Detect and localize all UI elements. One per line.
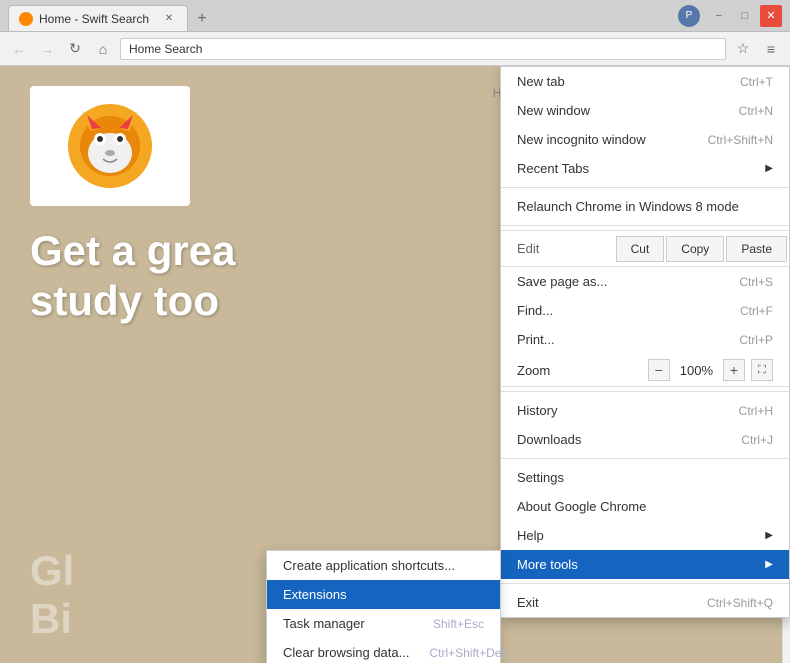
copy-button[interactable]: Copy bbox=[666, 236, 724, 262]
menu-item-new-tab[interactable]: New tab Ctrl+T bbox=[501, 67, 789, 96]
menu-separator-1 bbox=[501, 187, 789, 188]
menu-separator-2 bbox=[501, 225, 789, 226]
bottom-text-line1: Gl bbox=[30, 547, 74, 595]
bookmark-button[interactable]: ☆ bbox=[732, 38, 754, 60]
chrome-menu-button[interactable]: ≡ bbox=[760, 38, 782, 60]
heading-line2: study too bbox=[30, 276, 490, 326]
menu-item-about[interactable]: About Google Chrome bbox=[501, 492, 789, 521]
menu-item-help[interactable]: Help ▶ bbox=[501, 521, 789, 550]
more-tools-submenu: Create application shortcuts... Extensio… bbox=[266, 550, 501, 663]
menu-separator-5 bbox=[501, 583, 789, 584]
menu-separator-4 bbox=[501, 458, 789, 459]
close-button[interactable]: ✕ bbox=[760, 5, 782, 27]
bottom-text: Gl Bi bbox=[30, 547, 74, 643]
submenu-item-create-shortcuts[interactable]: Create application shortcuts... bbox=[267, 551, 500, 580]
bottom-text-line2: Bi bbox=[30, 595, 74, 643]
tab-title: Home - Swift Search bbox=[39, 12, 157, 26]
menu-item-settings[interactable]: Settings bbox=[501, 463, 789, 492]
window-controls: − □ ✕ bbox=[708, 5, 782, 27]
heading-line1: Get a grea bbox=[30, 226, 490, 276]
menu-item-downloads[interactable]: Downloads Ctrl+J bbox=[501, 425, 789, 454]
fox-logo bbox=[65, 101, 155, 191]
submenu-item-task-manager[interactable]: Task manager Shift+Esc bbox=[267, 609, 500, 638]
menu-item-find[interactable]: Find... Ctrl+F bbox=[501, 296, 789, 325]
tab-close-button[interactable]: ✕ bbox=[161, 11, 177, 27]
new-tab-button[interactable]: + bbox=[190, 7, 214, 31]
paste-button[interactable]: Paste bbox=[726, 236, 787, 262]
active-tab[interactable]: Home - Swift Search ✕ bbox=[8, 5, 188, 31]
menu-item-exit[interactable]: Exit Ctrl+Shift+Q bbox=[501, 588, 789, 617]
left-panel: Get a grea study too bbox=[30, 86, 490, 327]
tab-favicon bbox=[19, 12, 33, 26]
fullscreen-button[interactable]: ⛶ bbox=[751, 359, 773, 381]
home-button[interactable]: ⌂ bbox=[92, 38, 114, 60]
submenu-item-extensions[interactable]: Extensions bbox=[267, 580, 500, 609]
menu-item-recent-tabs[interactable]: Recent Tabs ▶ bbox=[501, 154, 789, 183]
url-text: Home Search bbox=[129, 42, 202, 56]
page-heading: Get a grea study too bbox=[30, 226, 490, 327]
forward-button[interactable]: → bbox=[36, 38, 58, 60]
profile-icon[interactable]: P bbox=[678, 5, 700, 27]
menu-item-new-incognito[interactable]: New incognito window Ctrl+Shift+N bbox=[501, 125, 789, 154]
zoom-row: Zoom − 100% + ⛶ bbox=[501, 354, 789, 387]
minimize-button[interactable]: − bbox=[708, 5, 730, 27]
back-button[interactable]: ← bbox=[8, 38, 30, 60]
logo-box bbox=[30, 86, 190, 206]
menu-item-history[interactable]: History Ctrl+H bbox=[501, 396, 789, 425]
zoom-in-button[interactable]: + bbox=[723, 359, 745, 381]
maximize-button[interactable]: □ bbox=[734, 5, 756, 27]
zoom-out-button[interactable]: − bbox=[648, 359, 670, 381]
menu-item-print[interactable]: Print... Ctrl+P bbox=[501, 325, 789, 354]
menu-item-new-window[interactable]: New window Ctrl+N bbox=[501, 96, 789, 125]
menu-item-relaunch[interactable]: Relaunch Chrome in Windows 8 mode bbox=[501, 192, 789, 221]
reload-button[interactable]: ↻ bbox=[64, 38, 86, 60]
chrome-menu: New tab Ctrl+T New window Ctrl+N New inc… bbox=[500, 66, 790, 618]
edit-row: Edit Cut Copy Paste bbox=[501, 230, 789, 267]
tab-area: Home - Swift Search ✕ + bbox=[8, 0, 678, 31]
zoom-value: 100% bbox=[670, 363, 723, 378]
title-bar: Home - Swift Search ✕ + P − □ ✕ bbox=[0, 0, 790, 32]
cut-button[interactable]: Cut bbox=[616, 236, 665, 262]
address-bar: ← → ↻ ⌂ Home Search ☆ ≡ bbox=[0, 32, 790, 66]
page-content: Get a grea study too HOME/DO... Gl Bi Ne… bbox=[0, 66, 790, 663]
menu-item-save-page[interactable]: Save page as... Ctrl+S bbox=[501, 267, 789, 296]
menu-separator-3 bbox=[501, 391, 789, 392]
menu-item-more-tools[interactable]: More tools ▶ Create application shortcut… bbox=[501, 550, 789, 579]
submenu-item-clear-browsing[interactable]: Clear browsing data... Ctrl+Shift+Del bbox=[267, 638, 500, 663]
profile-initial: P bbox=[686, 10, 693, 21]
url-bar[interactable]: Home Search bbox=[120, 38, 726, 60]
